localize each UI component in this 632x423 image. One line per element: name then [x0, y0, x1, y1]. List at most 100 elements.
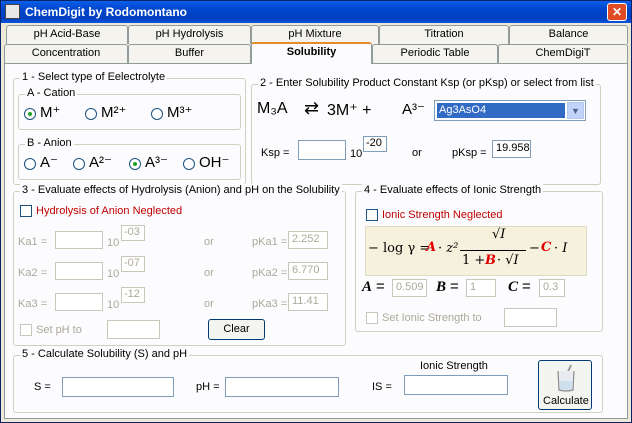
set-ph-input[interactable] — [107, 320, 160, 339]
ksp-label: Ksp = — [261, 147, 290, 159]
compound-select[interactable]: Ag3AsO4 ▼ — [434, 100, 586, 121]
calculate-group: 5 - Calculate Solubility (S) and pH S = … — [13, 348, 603, 413]
formula-minus: − — [529, 241, 540, 256]
ka2-ten-label: 10 — [107, 268, 120, 280]
equation-anion: A³⁻ — [402, 101, 425, 118]
ka3-input[interactable] — [55, 293, 103, 311]
ksp-title: 2 - Enter Solubility Product Constant Ks… — [258, 77, 596, 89]
cation-m2-label: M²⁺ — [101, 104, 127, 121]
ionic-checkbox[interactable] — [366, 209, 378, 221]
tab-periodic-table[interactable]: Periodic Table — [372, 44, 498, 63]
ka3-exponent-input[interactable]: -12 — [121, 287, 145, 303]
cation-m3-label: M³⁺ — [167, 104, 193, 121]
anion-a3-radio[interactable] — [129, 158, 141, 170]
app-icon — [5, 4, 20, 19]
clear-button[interactable]: Clear — [208, 319, 265, 340]
pka1-label: pKa1 = — [252, 236, 288, 248]
ksp-ten-label: 10 — [350, 148, 363, 160]
b-const-label: B — [436, 279, 447, 295]
ionic-strength-output[interactable] — [404, 375, 508, 395]
tab-buffer[interactable]: Buffer — [128, 44, 251, 63]
ka1-label: Ka1 = — [18, 236, 48, 248]
cation-m1-radio[interactable] — [24, 108, 36, 120]
ka1-or-label: or — [204, 236, 214, 248]
solubility-panel: 1 - Select type of Eelectrolyte A - Cati… — [4, 63, 628, 419]
hydrolysis-checkbox[interactable] — [20, 205, 32, 217]
a-const-label: A — [362, 279, 373, 295]
pka2-input[interactable]: 6.770 — [288, 262, 328, 280]
tab-solubility[interactable]: Solubility — [251, 42, 372, 64]
anion-oh-radio[interactable] — [183, 158, 195, 170]
tab-concentration[interactable]: Concentration — [4, 44, 128, 63]
tab-titration[interactable]: Titration — [379, 25, 509, 44]
pka2-label: pKa2 = — [252, 267, 288, 279]
solubility-label: S = — [34, 381, 51, 393]
ph-output[interactable] — [225, 377, 339, 397]
pka1-input[interactable]: 2.252 — [288, 231, 328, 249]
tab-ph-hydrolysis[interactable]: pH Hydrolysis — [128, 25, 251, 44]
anion-title: B - Anion — [25, 137, 74, 149]
electrolyte-title: 1 - Select type of Eelectrolyte — [20, 71, 168, 83]
anion-a1-radio[interactable] — [24, 158, 36, 170]
formula-den-sqrt: · √I — [497, 253, 519, 268]
ionic-strength-result-label: IS = — [372, 381, 392, 393]
anion-oh-label: OH⁻ — [199, 154, 230, 171]
cation-m1-label: M⁺ — [40, 104, 61, 121]
set-ionic-checkbox[interactable] — [366, 312, 378, 324]
set-ph-checkbox[interactable] — [20, 324, 32, 336]
set-ionic-input[interactable] — [504, 308, 557, 327]
hydrolysis-label: Hydrolysis of Anion Neglected — [36, 205, 183, 217]
formula-prefix: − log γ = — [368, 241, 431, 256]
beaker-icon — [557, 364, 575, 392]
ksp-or-label: or — [412, 147, 422, 159]
b-equals: = — [450, 278, 459, 295]
tab-ph-acid-base[interactable]: pH Acid-Base — [6, 25, 128, 44]
ka1-ten-label: 10 — [107, 237, 120, 249]
tab-balance[interactable]: Balance — [509, 25, 628, 44]
ka1-exponent-input[interactable]: -03 — [121, 225, 145, 241]
app-window: ChemDigit by Rodomontano ✕ pH Acid-Base … — [0, 0, 632, 423]
ksp-exponent-input[interactable]: -20 — [363, 136, 387, 152]
ka2-input[interactable] — [55, 262, 103, 280]
ionic-strength-caption: Ionic Strength — [420, 360, 488, 372]
ka1-input[interactable] — [55, 231, 103, 249]
pksp-input[interactable]: 19.958 — [492, 140, 531, 158]
cation-m2-radio[interactable] — [85, 108, 97, 120]
c-const-input[interactable]: 0.3 — [539, 279, 565, 297]
anion-a2-radio[interactable] — [73, 158, 85, 170]
title-bar: ChemDigit by Rodomontano ✕ — [1, 1, 631, 23]
cation-m3-radio[interactable] — [151, 108, 163, 120]
formula-dot-i: · I — [554, 241, 568, 256]
a-const-input[interactable]: 0.509 — [392, 279, 427, 297]
solubility-output[interactable] — [62, 377, 174, 397]
formula-c-symbol: C — [541, 240, 552, 255]
set-ph-label: Set pH to — [36, 324, 82, 336]
chevron-down-icon[interactable]: ▼ — [567, 102, 584, 119]
ka2-exponent-input[interactable]: -07 — [121, 256, 145, 272]
calculate-button[interactable]: Calculate — [538, 360, 592, 410]
formula-fraction-bar — [460, 250, 526, 251]
formula-den-one: 1 + — [462, 253, 486, 268]
ionic-label: Ionic Strength Neglected — [382, 209, 503, 221]
anion-a1-label: A⁻ — [40, 154, 58, 171]
b-const-input[interactable]: 1 — [466, 279, 496, 297]
ksp-group: 2 - Enter Solubility Product Constant Ks… — [251, 77, 601, 185]
hydrolysis-title: 3 - Evaluate effects of Hydrolysis (Anio… — [20, 184, 342, 196]
ionic-strength-title: 4 - Evaluate effects of Ionic Strength — [362, 184, 544, 196]
anion-a2-label: A²⁻ — [89, 154, 112, 171]
tab-chemdigit[interactable]: ChemDigiT — [498, 44, 628, 63]
ksp-input[interactable] — [298, 140, 346, 160]
close-button[interactable]: ✕ — [607, 3, 627, 21]
a-equals: = — [376, 278, 385, 295]
c-equals: = — [522, 278, 531, 295]
formula-b-symbol: B — [485, 253, 496, 268]
anion-a3-label: A³⁻ — [145, 154, 168, 171]
set-ionic-label: Set Ionic Strength to — [382, 312, 482, 324]
formula-a-symbol: A — [426, 240, 437, 255]
formula-numerator: √I — [492, 227, 506, 242]
equation-right: 3M⁺ + — [327, 102, 372, 119]
electrolyte-group: 1 - Select type of Eelectrolyte A - Cati… — [13, 71, 246, 185]
ka3-label: Ka3 = — [18, 298, 48, 310]
formula-dot-z2: · z² — [438, 241, 459, 256]
pka3-input[interactable]: 11.41 — [288, 293, 328, 311]
